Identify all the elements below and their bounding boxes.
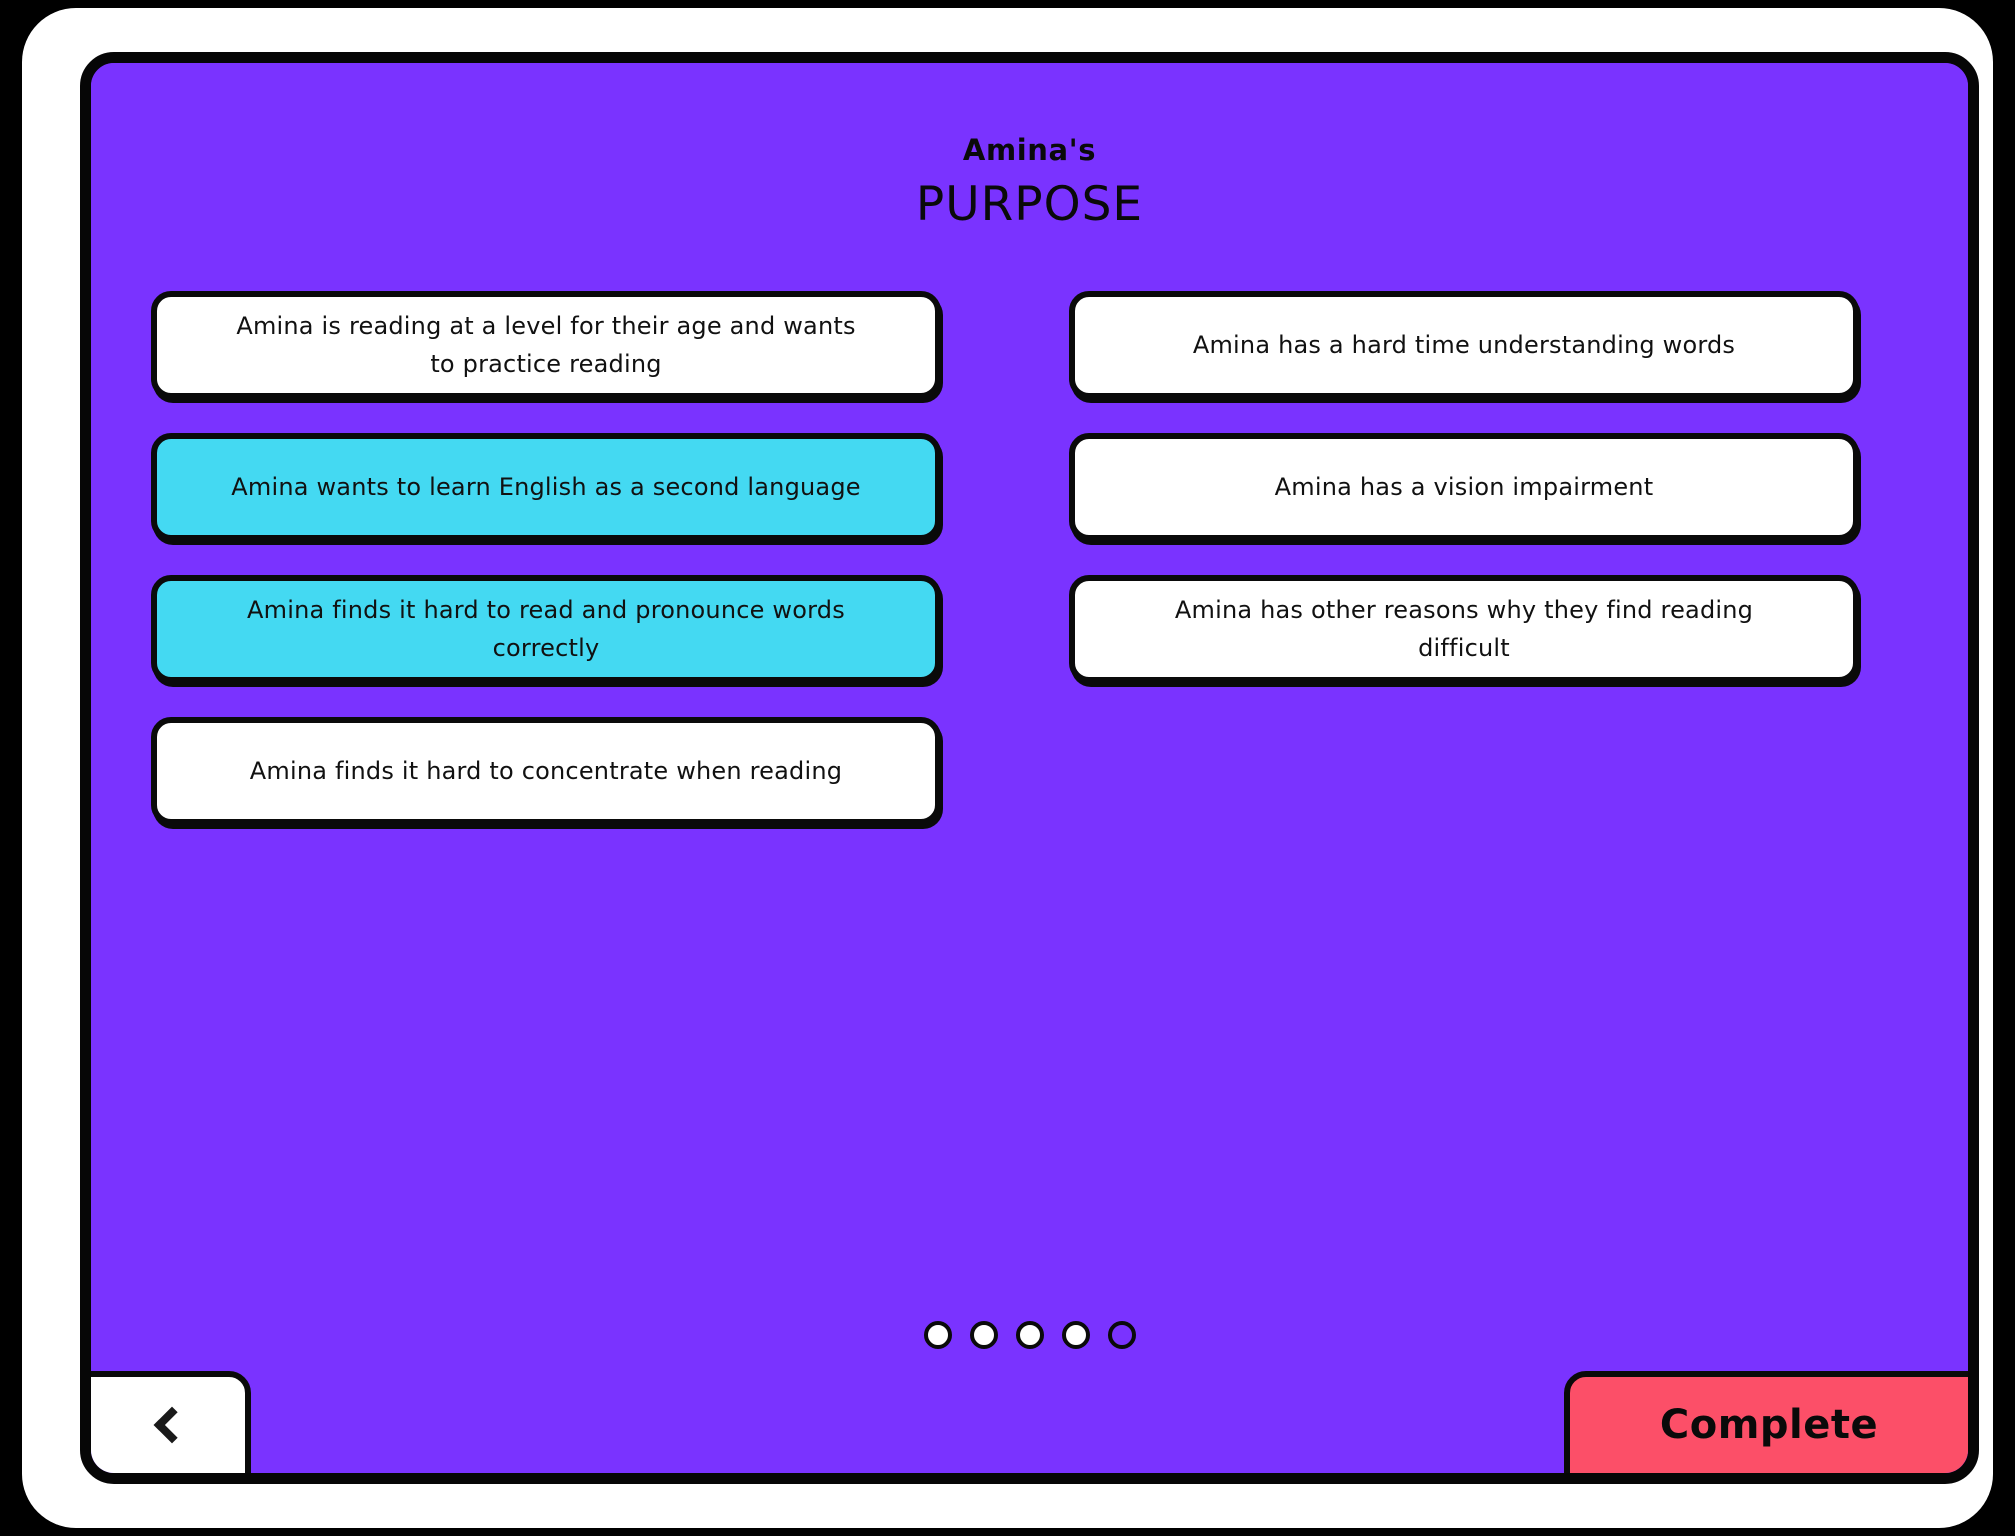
screen-content: Amina's PURPOSE Amina is reading at a le… bbox=[91, 63, 1968, 1473]
option-card[interactable]: Amina has a vision impairment bbox=[1069, 433, 1859, 541]
complete-button-label: Complete bbox=[1659, 1402, 1879, 1448]
pagination-dots bbox=[91, 1321, 1968, 1349]
device-frame: Amina's PURPOSE Amina is reading at a le… bbox=[22, 8, 1993, 1528]
options-grid: Amina is reading at a level for their ag… bbox=[151, 291, 1931, 825]
pagination-dot-current[interactable] bbox=[1107, 1321, 1136, 1349]
page-title: PURPOSE bbox=[915, 176, 1144, 232]
option-label: Amina finds it hard to read and pronounc… bbox=[247, 595, 845, 662]
pagination-dot[interactable] bbox=[923, 1321, 952, 1349]
heading-subtitle: Amina's bbox=[962, 133, 1097, 167]
option-label: Amina has other reasons why they find re… bbox=[1174, 595, 1754, 662]
option-label: Amina wants to learn English as a second… bbox=[231, 472, 861, 501]
option-label: Amina has a hard time understanding word… bbox=[1192, 330, 1736, 359]
option-card[interactable]: Amina finds it hard to concentrate when … bbox=[151, 717, 941, 825]
option-card[interactable]: Amina is reading at a level for their ag… bbox=[151, 291, 941, 399]
pagination-dot[interactable] bbox=[1061, 1321, 1090, 1349]
option-card[interactable]: Amina has a hard time understanding word… bbox=[1069, 291, 1859, 399]
back-button[interactable] bbox=[91, 1371, 251, 1473]
option-label: Amina has a vision impairment bbox=[1274, 472, 1654, 501]
screen: Amina's PURPOSE Amina is reading at a le… bbox=[80, 52, 1979, 1484]
pagination-dot[interactable] bbox=[969, 1321, 998, 1349]
option-label: Amina is reading at a level for their ag… bbox=[236, 311, 856, 378]
option-card[interactable]: Amina wants to learn English as a second… bbox=[151, 433, 941, 541]
options-left-column: Amina is reading at a level for their ag… bbox=[151, 291, 941, 825]
chevron-left-icon bbox=[153, 1406, 191, 1444]
option-label: Amina finds it hard to concentrate when … bbox=[249, 756, 843, 785]
option-card[interactable]: Amina has other reasons why they find re… bbox=[1069, 575, 1859, 683]
option-card[interactable]: Amina finds it hard to read and pronounc… bbox=[151, 575, 941, 683]
pagination-dot[interactable] bbox=[1015, 1321, 1044, 1349]
complete-button[interactable]: Complete bbox=[1564, 1371, 1968, 1473]
options-right-column: Amina has a hard time understanding word… bbox=[1069, 291, 1859, 825]
page-heading: Amina's PURPOSE bbox=[91, 133, 1968, 232]
